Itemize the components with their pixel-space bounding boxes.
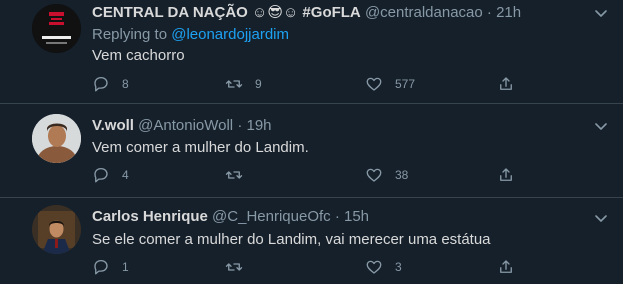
replying-to: Replying to @leonardojjardim	[92, 26, 289, 43]
like-button[interactable]: 38	[365, 164, 408, 186]
like-button[interactable]: 3	[365, 256, 402, 278]
heart-icon	[366, 260, 382, 274]
chevron-down-icon[interactable]	[593, 210, 609, 226]
retweet-icon	[225, 263, 243, 271]
tweet-text: Vem comer a mulher do Landim.	[92, 139, 309, 156]
profile-photo-icon	[32, 114, 81, 163]
like-count: 3	[395, 260, 402, 274]
share-icon	[500, 77, 512, 90]
heart-icon	[366, 168, 382, 182]
separator: ·	[237, 117, 243, 134]
tweet-actions: 8 9 577	[92, 73, 532, 95]
profile-photo-icon	[32, 205, 81, 254]
tweet-1[interactable]: CENTRAL DA NAÇÃO ☺😎☺ #GoFLA @centraldana…	[0, 0, 623, 104]
tweet-text: Vem cachorro	[92, 47, 185, 64]
heart-icon	[366, 77, 382, 91]
display-name[interactable]: Carlos Henrique	[92, 208, 208, 225]
tweet-header: Carlos Henrique @C_HenriqueOfc · 15h	[92, 208, 369, 225]
retweet-button[interactable]	[225, 164, 255, 186]
retweet-icon	[225, 171, 243, 179]
reply-icon	[94, 259, 108, 275]
reply-icon	[94, 76, 108, 92]
reply-count: 1	[122, 260, 129, 274]
share-button[interactable]	[497, 256, 515, 278]
display-name[interactable]: V.woll	[92, 117, 134, 134]
display-name[interactable]: CENTRAL DA NAÇÃO ☺😎☺ #GoFLA	[92, 4, 361, 21]
replying-to-label: Replying to	[92, 26, 168, 43]
chevron-down-icon[interactable]	[593, 118, 609, 134]
reply-count: 4	[122, 168, 129, 182]
flamengo-logo-icon	[32, 4, 81, 53]
reply-button[interactable]: 4	[92, 164, 129, 186]
timestamp[interactable]: 15h	[344, 208, 369, 225]
chevron-down-icon[interactable]	[593, 5, 609, 21]
replying-to-handle[interactable]: @leonardojjardim	[171, 26, 289, 43]
tweet-2[interactable]: V.woll @AntonioWoll · 19h Vem comer a mu…	[0, 104, 623, 198]
retweet-button[interactable]: 9	[225, 73, 262, 95]
handle[interactable]: @AntonioWoll	[138, 117, 233, 134]
tweet-actions: 1 3	[92, 256, 532, 278]
timestamp[interactable]: 21h	[496, 4, 521, 21]
separator: ·	[486, 4, 492, 21]
like-count: 577	[395, 77, 416, 91]
reply-count: 8	[122, 77, 129, 91]
retweet-count: 9	[255, 77, 262, 91]
like-count: 38	[395, 168, 409, 182]
tweet-text: Se ele comer a mulher do Landim, vai mer…	[92, 231, 491, 248]
tweet-actions: 4 38	[92, 164, 532, 186]
share-button[interactable]	[497, 73, 515, 95]
like-button[interactable]: 577	[365, 73, 415, 95]
reply-button[interactable]: 8	[92, 73, 129, 95]
separator: ·	[334, 208, 340, 225]
share-icon	[500, 168, 512, 181]
avatar-antoniowoll[interactable]	[32, 114, 81, 163]
reply-icon	[94, 167, 108, 183]
avatar-chenriqueofc[interactable]	[32, 205, 81, 254]
tweet-feed: CENTRAL DA NAÇÃO ☺😎☺ #GoFLA @centraldana…	[0, 0, 623, 284]
retweet-icon	[225, 80, 243, 88]
share-button[interactable]	[497, 164, 515, 186]
handle[interactable]: @C_HenriqueOfc	[212, 208, 331, 225]
avatar-centraldanacao[interactable]	[32, 4, 81, 53]
tweet-header: V.woll @AntonioWoll · 19h	[92, 117, 272, 134]
timestamp[interactable]: 19h	[246, 117, 271, 134]
handle[interactable]: @centraldanacao	[365, 4, 483, 21]
reply-button[interactable]: 1	[92, 256, 129, 278]
retweet-button[interactable]	[225, 256, 255, 278]
share-icon	[500, 260, 512, 273]
tweet-3[interactable]: Carlos Henrique @C_HenriqueOfc · 15h Se …	[0, 198, 623, 284]
tweet-header: CENTRAL DA NAÇÃO ☺😎☺ #GoFLA @centraldana…	[92, 3, 521, 21]
